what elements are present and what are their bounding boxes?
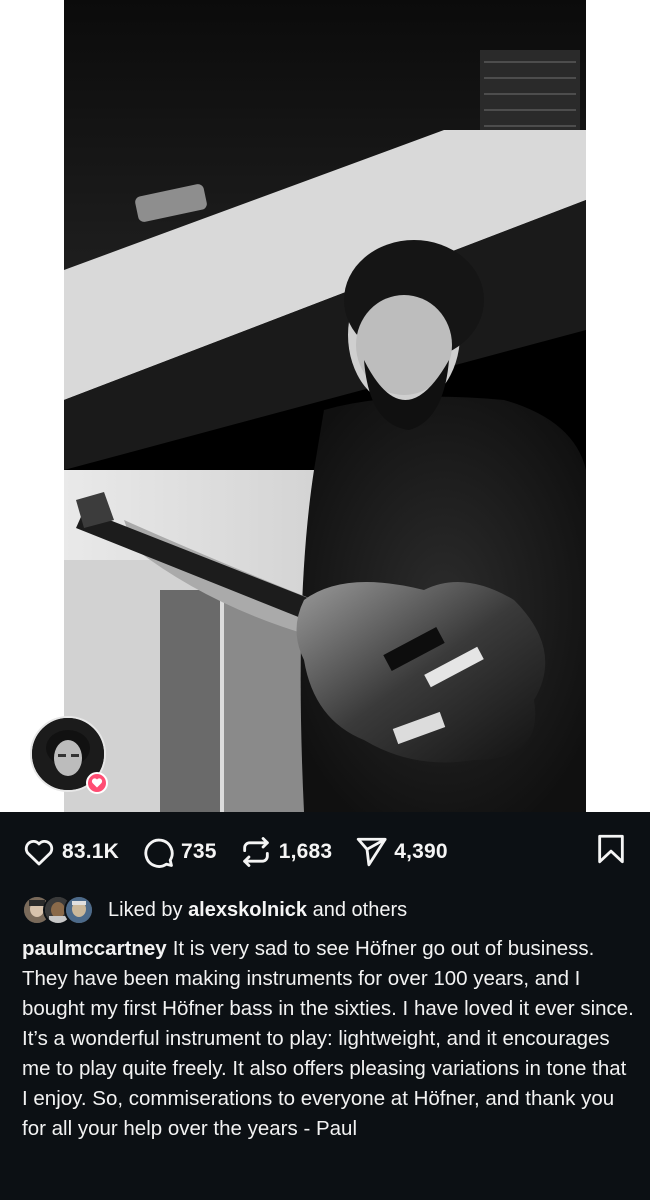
- comment-count[interactable]: 735: [181, 840, 217, 864]
- repost-count[interactable]: 1,683: [279, 840, 333, 864]
- save-button[interactable]: [594, 832, 628, 871]
- likes-summary: Liked by alexskolnick and others: [22, 892, 407, 928]
- heart-icon: [22, 835, 56, 869]
- repost-icon: [239, 835, 273, 869]
- liked-by-prefix: Liked by: [108, 898, 183, 921]
- post-photo[interactable]: [64, 0, 586, 812]
- caption-username[interactable]: paulmccartney: [22, 937, 167, 960]
- bookmark-icon: [594, 834, 628, 870]
- repost-button[interactable]: 1,683: [239, 835, 333, 869]
- liker-username[interactable]: alexskolnick: [188, 899, 307, 922]
- comment-icon: [141, 835, 175, 869]
- avatar[interactable]: [64, 895, 94, 925]
- liked-by-suffix[interactable]: and others: [313, 899, 408, 922]
- caption-text: It is very sad to see Höfner go out of b…: [22, 937, 634, 1140]
- post-caption: paulmccartney It is very sad to see Höfne…: [22, 934, 634, 1144]
- share-count[interactable]: 4,390: [394, 840, 448, 864]
- post-media[interactable]: [0, 0, 650, 812]
- liker-avatars[interactable]: [22, 895, 94, 925]
- story-heart-icon: [86, 772, 108, 794]
- like-count[interactable]: 83.1K: [62, 840, 119, 864]
- comment-button[interactable]: 735: [141, 835, 217, 869]
- send-icon: [354, 835, 388, 869]
- like-button[interactable]: 83.1K: [22, 835, 119, 869]
- action-bar: 83.1K 735 1,683 4,390: [0, 812, 650, 892]
- share-button[interactable]: 4,390: [354, 835, 448, 869]
